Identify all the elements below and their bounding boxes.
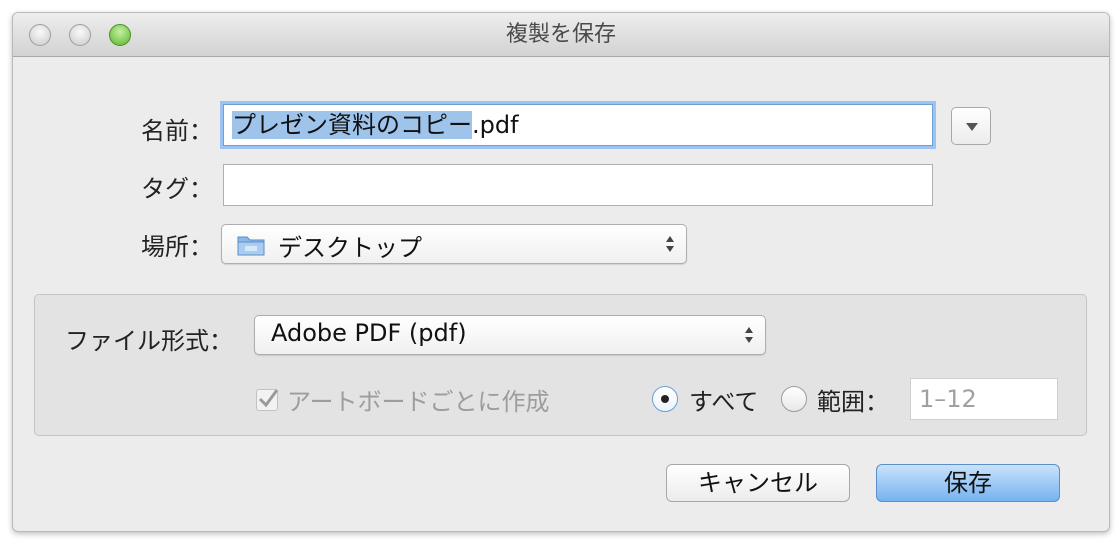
radio-range-label: 範囲： [817,388,889,416]
file-format-popup[interactable]: Adobe PDF (pdf) [254,315,766,355]
name-label: 名前： [141,117,213,145]
filename-extension: .pdf [472,111,519,139]
artboards-checkbox[interactable] [256,389,279,411]
artboards-label: アートボードごとに作成 [287,388,550,416]
radio-all[interactable] [652,386,678,412]
triangle-down-icon [966,123,978,131]
save-button[interactable]: 保存 [876,464,1060,502]
window-title: 複製を保存 [505,22,616,47]
location-label: 場所： [141,233,213,261]
location-value: デスクトップ [278,234,422,262]
folder-icon [237,236,265,256]
checkmark-icon [258,389,279,408]
range-input[interactable]: 1–12 [910,378,1058,420]
format-label: ファイル形式： [65,327,233,355]
format-options-panel: ファイル形式： Adobe PDF (pdf) アートボードごとに作成 すべて … [34,294,1087,436]
radio-all-label: すべて [689,388,759,416]
filename-input[interactable]: プレゼン資料のコピー.pdf [223,104,933,146]
title-bar: 複製を保存 [13,13,1109,57]
location-popup[interactable]: デスクトップ [221,224,687,264]
updown-arrows-icon [666,236,674,252]
tags-label: タグ： [141,175,213,203]
cancel-button[interactable]: キャンセル [666,464,850,502]
radio-range[interactable] [781,386,807,412]
save-copy-dialog: 複製を保存 名前： プレゼン資料のコピー.pdf タグ： 場所： デスクトップ … [12,12,1110,532]
filename-selected-text: プレゼン資料のコピー [232,111,472,139]
tags-input[interactable] [223,164,933,206]
file-format-value: Adobe PDF (pdf) [271,319,467,347]
updown-arrows-icon [745,327,753,343]
expand-dialog-button[interactable] [951,107,991,145]
